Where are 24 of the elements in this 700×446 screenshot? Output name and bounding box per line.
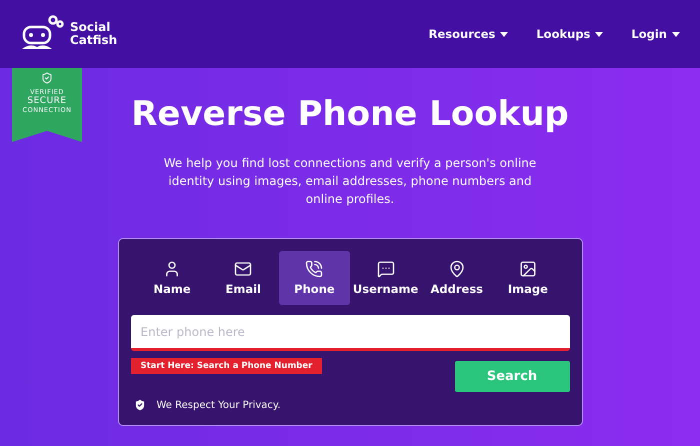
start-here-hint: Start Here: Search a Phone Number: [130, 358, 322, 374]
caret-icon: [500, 32, 508, 36]
nav-menu-link[interactable]: Login: [631, 27, 680, 41]
image-icon: [518, 260, 537, 278]
shield-icon: [132, 398, 146, 412]
phone-input-field[interactable]: Enter phone here: [130, 315, 570, 351]
page-title: Reverse Phone Lookup: [131, 94, 569, 134]
envelope-icon: [234, 260, 252, 278]
search-type-tab[interactable]: Phone: [278, 251, 350, 305]
map-pin-icon: [448, 260, 466, 278]
caret-icon: [672, 32, 680, 36]
nav-menu-link[interactable]: Resources: [428, 27, 508, 41]
nav-menu-link[interactable]: Lookups: [536, 27, 604, 41]
search-type-tab[interactable]: Username: [350, 251, 422, 305]
search-type-tab[interactable]: Address: [421, 251, 492, 305]
search-type-tab[interactable]: Name: [136, 251, 208, 305]
caret-icon: [595, 32, 604, 36]
phone-icon: [305, 260, 324, 278]
search-type-tab[interactable]: Image: [492, 251, 564, 305]
chat-bubble-icon: [376, 260, 395, 278]
logo-text[interactable]: Social Catfish: [70, 21, 118, 47]
intro-paragraph: We help you find lost connections and verify a person's online identity using images, email addresses, phone numbers and online profiles.: [162, 155, 538, 208]
search-type-tab[interactable]: Email: [208, 251, 279, 305]
privacy-note: We Respect Your Privacy.: [156, 400, 281, 410]
